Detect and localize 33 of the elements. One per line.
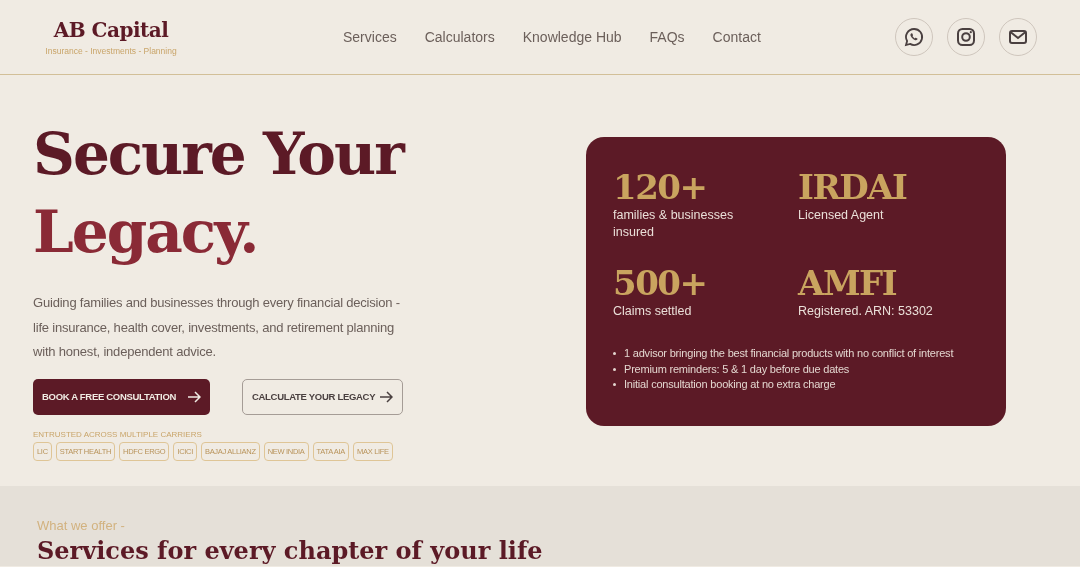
stat-value: 120+	[613, 167, 708, 207]
nav-link[interactable]: FAQs	[649, 29, 685, 45]
whatsapp-icon	[902, 25, 926, 49]
section-eyebrow: What we offer -	[37, 518, 126, 533]
stat-label: Claims settled	[613, 303, 693, 320]
stat-label: Licensed Agent	[798, 207, 885, 224]
stat-label: Registered. ARN: 53302	[798, 303, 934, 320]
feature-point: Premium reminders: 5 & 1 day before due dates	[624, 361, 850, 377]
stat-value: 500+	[613, 263, 708, 303]
nav-link[interactable]: Calculators	[424, 29, 495, 45]
feature-point: Initial consultation booking at no extra charge	[624, 377, 836, 392]
nav-link[interactable]: Knowledge Hub	[522, 29, 622, 45]
cta-button[interactable]: BOOK A FREE CONSULTATION	[33, 378, 210, 415]
instagram-icon	[954, 25, 978, 49]
stat-value: IRDAI	[798, 167, 908, 207]
section-title: Services for every chapter of your life	[37, 537, 544, 565]
nav-link[interactable]: Contact	[712, 29, 761, 45]
nav-link[interactable]: Services	[343, 29, 397, 45]
hero-description: Guiding families and businesses through every financial decision - life insurance, health cover, investments, and retirement planning with honest, independent advice.	[33, 294, 401, 361]
stat-value: AMFI	[798, 263, 898, 303]
bullet-icon	[613, 352, 616, 356]
bullet-icon	[613, 367, 616, 371]
bullet-icon	[613, 383, 616, 387]
feature-point: 1 advisor bringing the best financial products with no conflict of interest	[624, 346, 954, 361]
hero-title: Secure Your	[33, 119, 406, 190]
arrow-icon	[187, 390, 201, 403]
cta-button[interactable]: CALCULATE YOUR LEGACY	[242, 378, 403, 415]
brand-logo[interactable]: AB Capital	[53, 18, 169, 42]
stat-label: families & businesses insured	[613, 207, 735, 241]
arrow-icon	[379, 390, 393, 403]
carriers-label: ENTRUSTED ACROSS MULTIPLE CARRIERS	[33, 429, 203, 439]
brand-tagline: Insurance - Investments - Planning	[45, 46, 177, 56]
hero-title: Legacy.	[33, 197, 259, 268]
